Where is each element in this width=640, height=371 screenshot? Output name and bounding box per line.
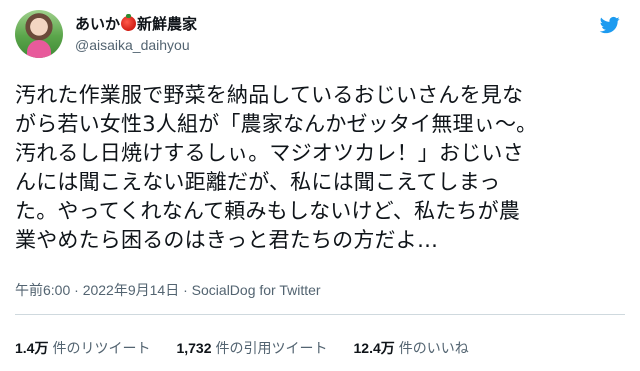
stat-label: 件の引用ツイート xyxy=(215,340,328,356)
stat-number: 1.4万 xyxy=(15,340,49,356)
divider xyxy=(15,314,625,315)
tweet-source[interactable]: SocialDog for Twitter xyxy=(192,282,321,298)
user-handle[interactable]: @aisaika_daihyou xyxy=(75,37,190,53)
display-name-part1: あいか xyxy=(75,14,121,33)
retweet-count[interactable]: 1.4万 件のリツイート xyxy=(15,338,150,358)
meta-separator: · xyxy=(179,282,192,298)
twitter-bird-icon[interactable] xyxy=(599,15,621,35)
tweet-time[interactable]: 午前6:00 xyxy=(15,282,70,298)
stat-number: 12.4万 xyxy=(353,340,395,356)
avatar[interactable] xyxy=(15,10,63,58)
tweet-text: 汚れた作業服で野菜を納品しているおじいさんを見な がら若い女性3人組が「農家なん… xyxy=(15,83,538,252)
like-count[interactable]: 12.4万 件のいいね xyxy=(354,338,469,358)
stat-label: 件のリツイート xyxy=(52,340,151,356)
meta-separator: · xyxy=(70,282,83,298)
quote-tweet-count[interactable]: 1,732 件の引用ツイート xyxy=(176,338,327,358)
avatar-figure xyxy=(27,40,51,58)
display-name-part2: 新鮮農家 xyxy=(137,14,198,33)
tweet-stats: 1.4万 件のリツイート 1,732 件の引用ツイート 12.4万 件のいいね xyxy=(15,338,469,358)
display-name[interactable]: あいか 新鮮農家 xyxy=(75,12,197,34)
stat-label: 件のいいね xyxy=(398,340,469,356)
tweet-meta: 午前6:00 · 2022年9月14日 · SocialDog for Twit… xyxy=(15,280,321,300)
tweet-date[interactable]: 2022年9月14日 xyxy=(83,282,180,298)
tomato-icon xyxy=(121,13,137,31)
stat-number: 1,732 xyxy=(176,340,212,356)
